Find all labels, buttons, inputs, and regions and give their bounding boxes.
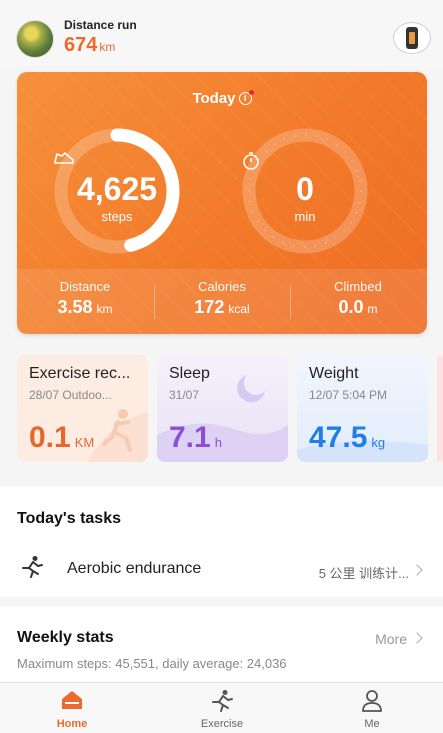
stat-climbed[interactable]: Climbed 0.0 m	[290, 279, 426, 318]
top-bar: Distance run 674 km	[0, 0, 443, 66]
task-row-aerobic[interactable]: Aerobic endurance 5 公里 训练计...	[0, 547, 443, 587]
nav-home[interactable]: Home	[17, 687, 127, 733]
todays-tasks-title: Today's tasks	[17, 510, 121, 527]
nav-exercise-label: Exercise	[200, 718, 244, 730]
today-card[interactable]: Today i 4,625 steps 0 min Distance 3.58 km…	[17, 72, 427, 334]
weight-subtitle: 12/07 5:04 PM	[309, 388, 388, 402]
stat-climbed-unit: m	[367, 302, 378, 316]
weight-value: 47.5	[309, 421, 368, 454]
sleep-subtitle: 31/07	[169, 388, 200, 402]
sleep-value: 7.1	[169, 421, 211, 454]
more-link[interactable]: More	[375, 631, 407, 647]
stat-distance-unit: km	[96, 302, 113, 316]
distance-run-value[interactable]: 674 km	[64, 34, 115, 57]
nav-home-label: Home	[56, 718, 88, 730]
next-tile-peek[interactable]	[437, 355, 443, 462]
chevron-right-icon[interactable]	[411, 632, 423, 644]
exercise-record-tile[interactable]: Exercise rec... 28/07 Outdoo... 0.1 KM	[17, 355, 148, 462]
task-name: Aerobic endurance	[67, 560, 202, 577]
stat-climbed-label: Climbed	[334, 279, 382, 294]
stat-climbed-value: 0.0	[338, 297, 364, 317]
exercise-record-value: 0.1	[29, 421, 71, 454]
chevron-right-icon	[411, 564, 423, 576]
distance-run-unit: km	[99, 40, 116, 54]
device-button[interactable]	[393, 22, 431, 54]
nav-exercise[interactable]: Exercise	[167, 687, 277, 733]
steps-ring[interactable]: 4,625 steps	[53, 127, 181, 255]
weekly-stats-section: Weekly stats More Maximum steps: 45,551,…	[0, 606, 443, 682]
steps-value: 4,625	[76, 171, 158, 207]
weight-tile[interactable]: Weight 12/07 5:04 PM 47.5 kg	[297, 355, 428, 462]
avatar[interactable]	[16, 20, 54, 58]
minutes-ring[interactable]: 0 min	[241, 127, 369, 255]
running-person-icon	[22, 556, 43, 578]
stat-distance-value: 3.58	[57, 297, 93, 317]
stat-calories-unit: kcal	[228, 302, 250, 316]
weekly-stats-description: Maximum steps: 45,551, daily average: 24…	[17, 656, 287, 671]
nav-me-label: Me	[364, 718, 380, 730]
exercise-record-title: Exercise rec...	[29, 365, 131, 382]
minutes-unit: min	[294, 209, 316, 224]
today-stats: Distance 3.58 km Calories 172 kcal Climbed…	[17, 269, 427, 334]
distance-run-number: 674	[64, 34, 98, 56]
weight-unit: kg	[371, 435, 386, 450]
smart-band-icon	[406, 27, 418, 49]
exercise-record-unit: KM	[74, 435, 95, 450]
stat-calories-label: Calories	[198, 279, 246, 294]
sleep-value-group: 7.1 h	[169, 421, 222, 455]
exercise-icon	[212, 690, 233, 712]
task-plan: 5 公里 训练计...	[318, 566, 409, 581]
stat-distance[interactable]: Distance 3.58 km	[17, 279, 153, 318]
distance-run-label: Distance run	[64, 18, 137, 32]
weight-title: Weight	[309, 365, 359, 382]
bottom-nav: Home Exercise Me	[0, 682, 443, 733]
weekly-stats-title: Weekly stats	[17, 629, 114, 646]
person-icon	[362, 690, 382, 712]
sleep-title: Sleep	[169, 365, 210, 382]
info-icon[interactable]: i	[238, 90, 254, 105]
today-title: Today	[192, 90, 236, 107]
weight-value-group: 47.5 kg	[309, 421, 385, 455]
exercise-record-subtitle: 28/07 Outdoo...	[29, 388, 112, 402]
today-header: Today i	[17, 90, 427, 107]
sleep-unit: h	[214, 435, 222, 450]
stat-calories[interactable]: Calories 172 kcal	[154, 279, 290, 318]
exercise-record-value-group: 0.1 KM	[29, 421, 94, 455]
minutes-value: 0	[296, 171, 314, 207]
home-icon	[62, 691, 82, 709]
stat-calories-value: 172	[194, 297, 225, 317]
sleep-tile[interactable]: Sleep 31/07 7.1 h	[157, 355, 288, 462]
nav-me[interactable]: Me	[317, 687, 427, 733]
todays-tasks-section: Today's tasks Aerobic endurance 5 公里 训练计…	[0, 487, 443, 597]
stat-distance-label: Distance	[59, 279, 111, 294]
steps-unit: steps	[101, 209, 133, 224]
